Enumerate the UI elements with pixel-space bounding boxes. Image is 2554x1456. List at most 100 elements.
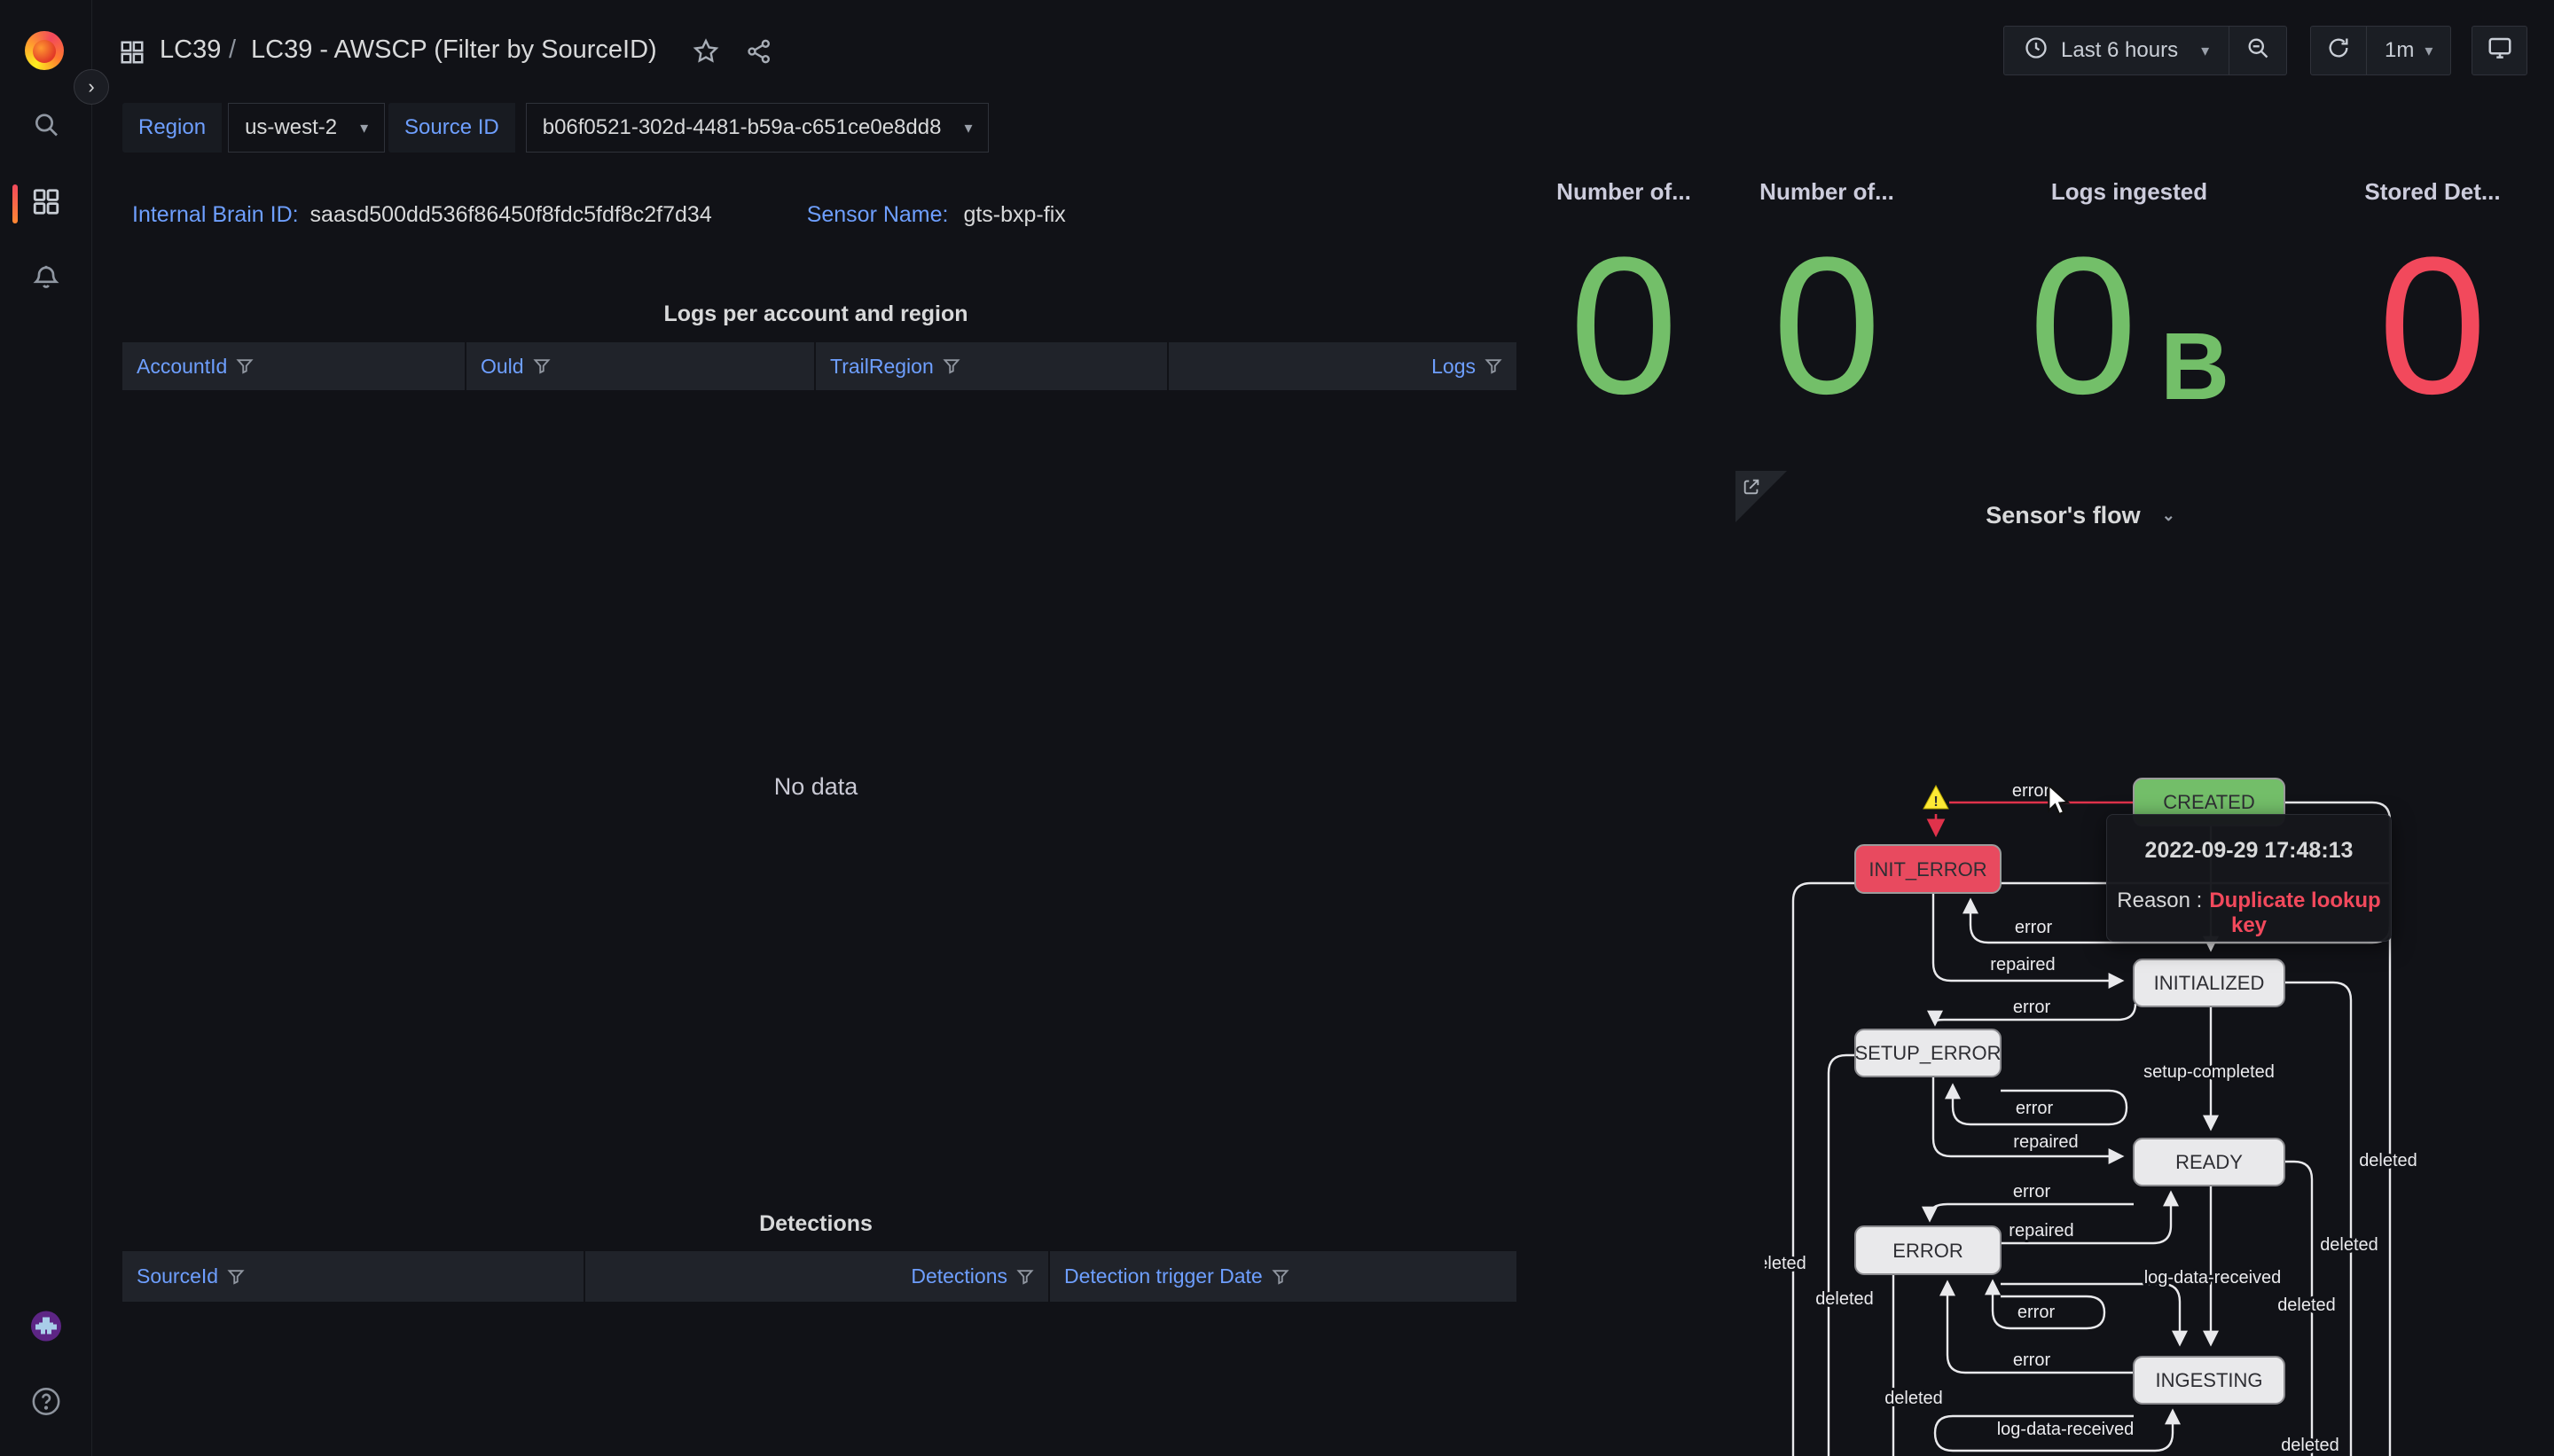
svg-text:INIT_ERROR: INIT_ERROR [1868,858,1986,881]
edge-label: repaired [2009,1221,2073,1241]
kiosk-mode-button[interactable] [2472,26,2527,75]
sensor-name-label: Sensor Name: [807,202,949,227]
column-header-detections[interactable]: Detections [584,1251,1048,1302]
clock-icon [2024,35,2049,67]
zoom-out-button[interactable] [2229,26,2287,75]
breadcrumb-current[interactable]: LC39 - AWSCP (Filter by SourceID) [251,35,657,65]
refresh-controls: 1m ▾ [2310,26,2451,75]
flow-node-ready[interactable]: READY [2134,1139,2284,1186]
sidebar-expand-button[interactable]: › [74,69,109,105]
stat-title: Number of... [1556,178,1691,206]
expand-chevron-icon: › [88,75,94,98]
region-variable: Region us-west-2 ▾ [122,103,385,153]
edge-label: repaired [1990,955,2055,975]
edge-label: error [2013,998,2051,1017]
flow-node-init-error[interactable]: INIT_ERROR [1855,845,2001,893]
grafana-logo-icon[interactable] [25,31,64,70]
no-data-message: No data [774,773,858,801]
filter-icon [227,1268,245,1286]
monitor-icon [2487,35,2513,67]
edge-ready-error [1930,1204,2134,1219]
filter-icon [1016,1268,1034,1286]
mouse-cursor [2045,784,2075,822]
flow-node-error[interactable]: ERROR [1855,1226,2001,1274]
external-link-icon[interactable] [1742,477,1761,501]
logs-panel-title: Logs per account and region [663,301,968,327]
edge-label: deleted [2320,1235,2378,1255]
column-header-logs[interactable]: Logs [1167,342,1516,390]
source-id-select[interactable]: b06f0521-302d-4481-b59a-c651ce0e8dd8 ▾ [526,103,990,153]
flow-node-initialized[interactable]: INITIALIZED [2134,959,2284,1006]
tooltip-reason-label: Reason : [2117,888,2202,912]
zoom-out-icon [2245,35,2270,67]
search-icon[interactable] [32,111,60,144]
edge-initerror-deleted [1793,883,1855,1456]
edge-label: deleted [1765,1254,1806,1273]
dashboards-icon[interactable] [31,187,61,222]
stat-unit: B [2160,318,2229,414]
refresh-button[interactable] [2310,26,2367,75]
sidebar [0,0,92,1456]
svg-text:INITIALIZED: INITIALIZED [2154,972,2265,994]
source-id-label: Source ID [388,103,515,153]
svg-text:INGESTING: INGESTING [2155,1369,2262,1391]
refresh-interval-label: 1m [2385,38,2414,63]
svg-text:READY: READY [2175,1151,2243,1173]
stat-value: 0 [1773,228,1881,423]
grafana-dashboard: › LC39 / LC39 - AWSCP (Filter by SourceI… [0,0,2554,1456]
star-icon[interactable] [692,37,720,70]
sensor-info-panel: Internal Brain ID: saasd500dd536f86450f8… [132,202,1066,228]
column-header-trailregion[interactable]: TrailRegion [814,342,1167,390]
time-range-picker[interactable]: Last 6 hours ▾ [2003,26,2229,75]
edge-label: error [2017,1303,2056,1322]
warning-glyph: ! [1933,795,1938,810]
tooltip-date: 2022-09-29 17:48:13 [2107,838,2391,864]
edge-label: repaired [2013,1132,2078,1152]
edge-label: error [2015,918,2053,937]
stat-value: 0 [1570,228,1678,423]
column-header-sourceid[interactable]: SourceId [122,1251,584,1302]
svg-text:ERROR: ERROR [1892,1240,1963,1262]
time-controls: Last 6 hours ▾ [2003,26,2287,75]
region-select[interactable]: us-west-2 ▾ [228,103,385,153]
svg-text:SETUP_ERROR: SETUP_ERROR [1854,1042,2001,1064]
column-header-trigger-date[interactable]: Detection trigger Date [1048,1251,1516,1302]
edge-label: log-data-received [1997,1420,2135,1439]
edge-label: deleted [2359,1151,2417,1170]
edge-label: log-data-received [2144,1268,2282,1288]
edge-label: setup-completed [2143,1062,2275,1082]
edge-label: deleted [2281,1436,2339,1455]
edge-label: error [2013,1350,2051,1370]
user-avatar[interactable] [30,1311,62,1347]
breadcrumb-root[interactable]: LC39 [160,35,221,65]
sourceid-variable: Source ID b06f0521-302d-4481-b59a-c651ce… [388,103,989,153]
help-icon[interactable] [31,1387,61,1421]
chevron-down-icon: ▾ [2425,42,2433,60]
brain-id-label: Internal Brain ID: [132,202,299,227]
stat-title: Number of... [1759,178,1894,206]
region-value: us-west-2 [245,115,337,140]
stat-value: 0B [2029,228,2229,423]
kiosk-controls [2472,26,2527,75]
edge-initialized-deleted [2284,982,2351,1456]
flow-panel-title[interactable]: Sensor's flow ⌄ [1986,502,2175,529]
flow-node-setup-error[interactable]: SETUP_ERROR [1854,1029,2001,1076]
active-section-indicator [12,184,18,223]
detections-panel-title: Detections [759,1211,873,1237]
chevron-down-icon: ▾ [2201,42,2209,60]
filter-icon [1485,357,1502,375]
refresh-icon [2326,35,2351,67]
edge-label: deleted [1815,1289,1874,1309]
edge-setuperror-deleted [1829,1055,1855,1456]
column-header-accountid[interactable]: AccountId [122,342,465,390]
share-icon[interactable] [745,37,773,70]
refresh-interval-picker[interactable]: 1m ▾ [2367,26,2451,75]
alerting-bell-icon[interactable] [32,263,60,296]
breadcrumb-separator: / [229,35,236,65]
dashboard-grid-icon[interactable] [119,39,145,70]
column-header-ould[interactable]: Ould [465,342,814,390]
edge-label: error [2016,1099,2054,1118]
flow-node-ingesting[interactable]: INGESTING [2134,1357,2284,1404]
stat-value: 0 [2378,228,2487,423]
brain-id-value: saasd500dd536f86450f8fdc5fdf8c2f7d34 [310,202,712,227]
